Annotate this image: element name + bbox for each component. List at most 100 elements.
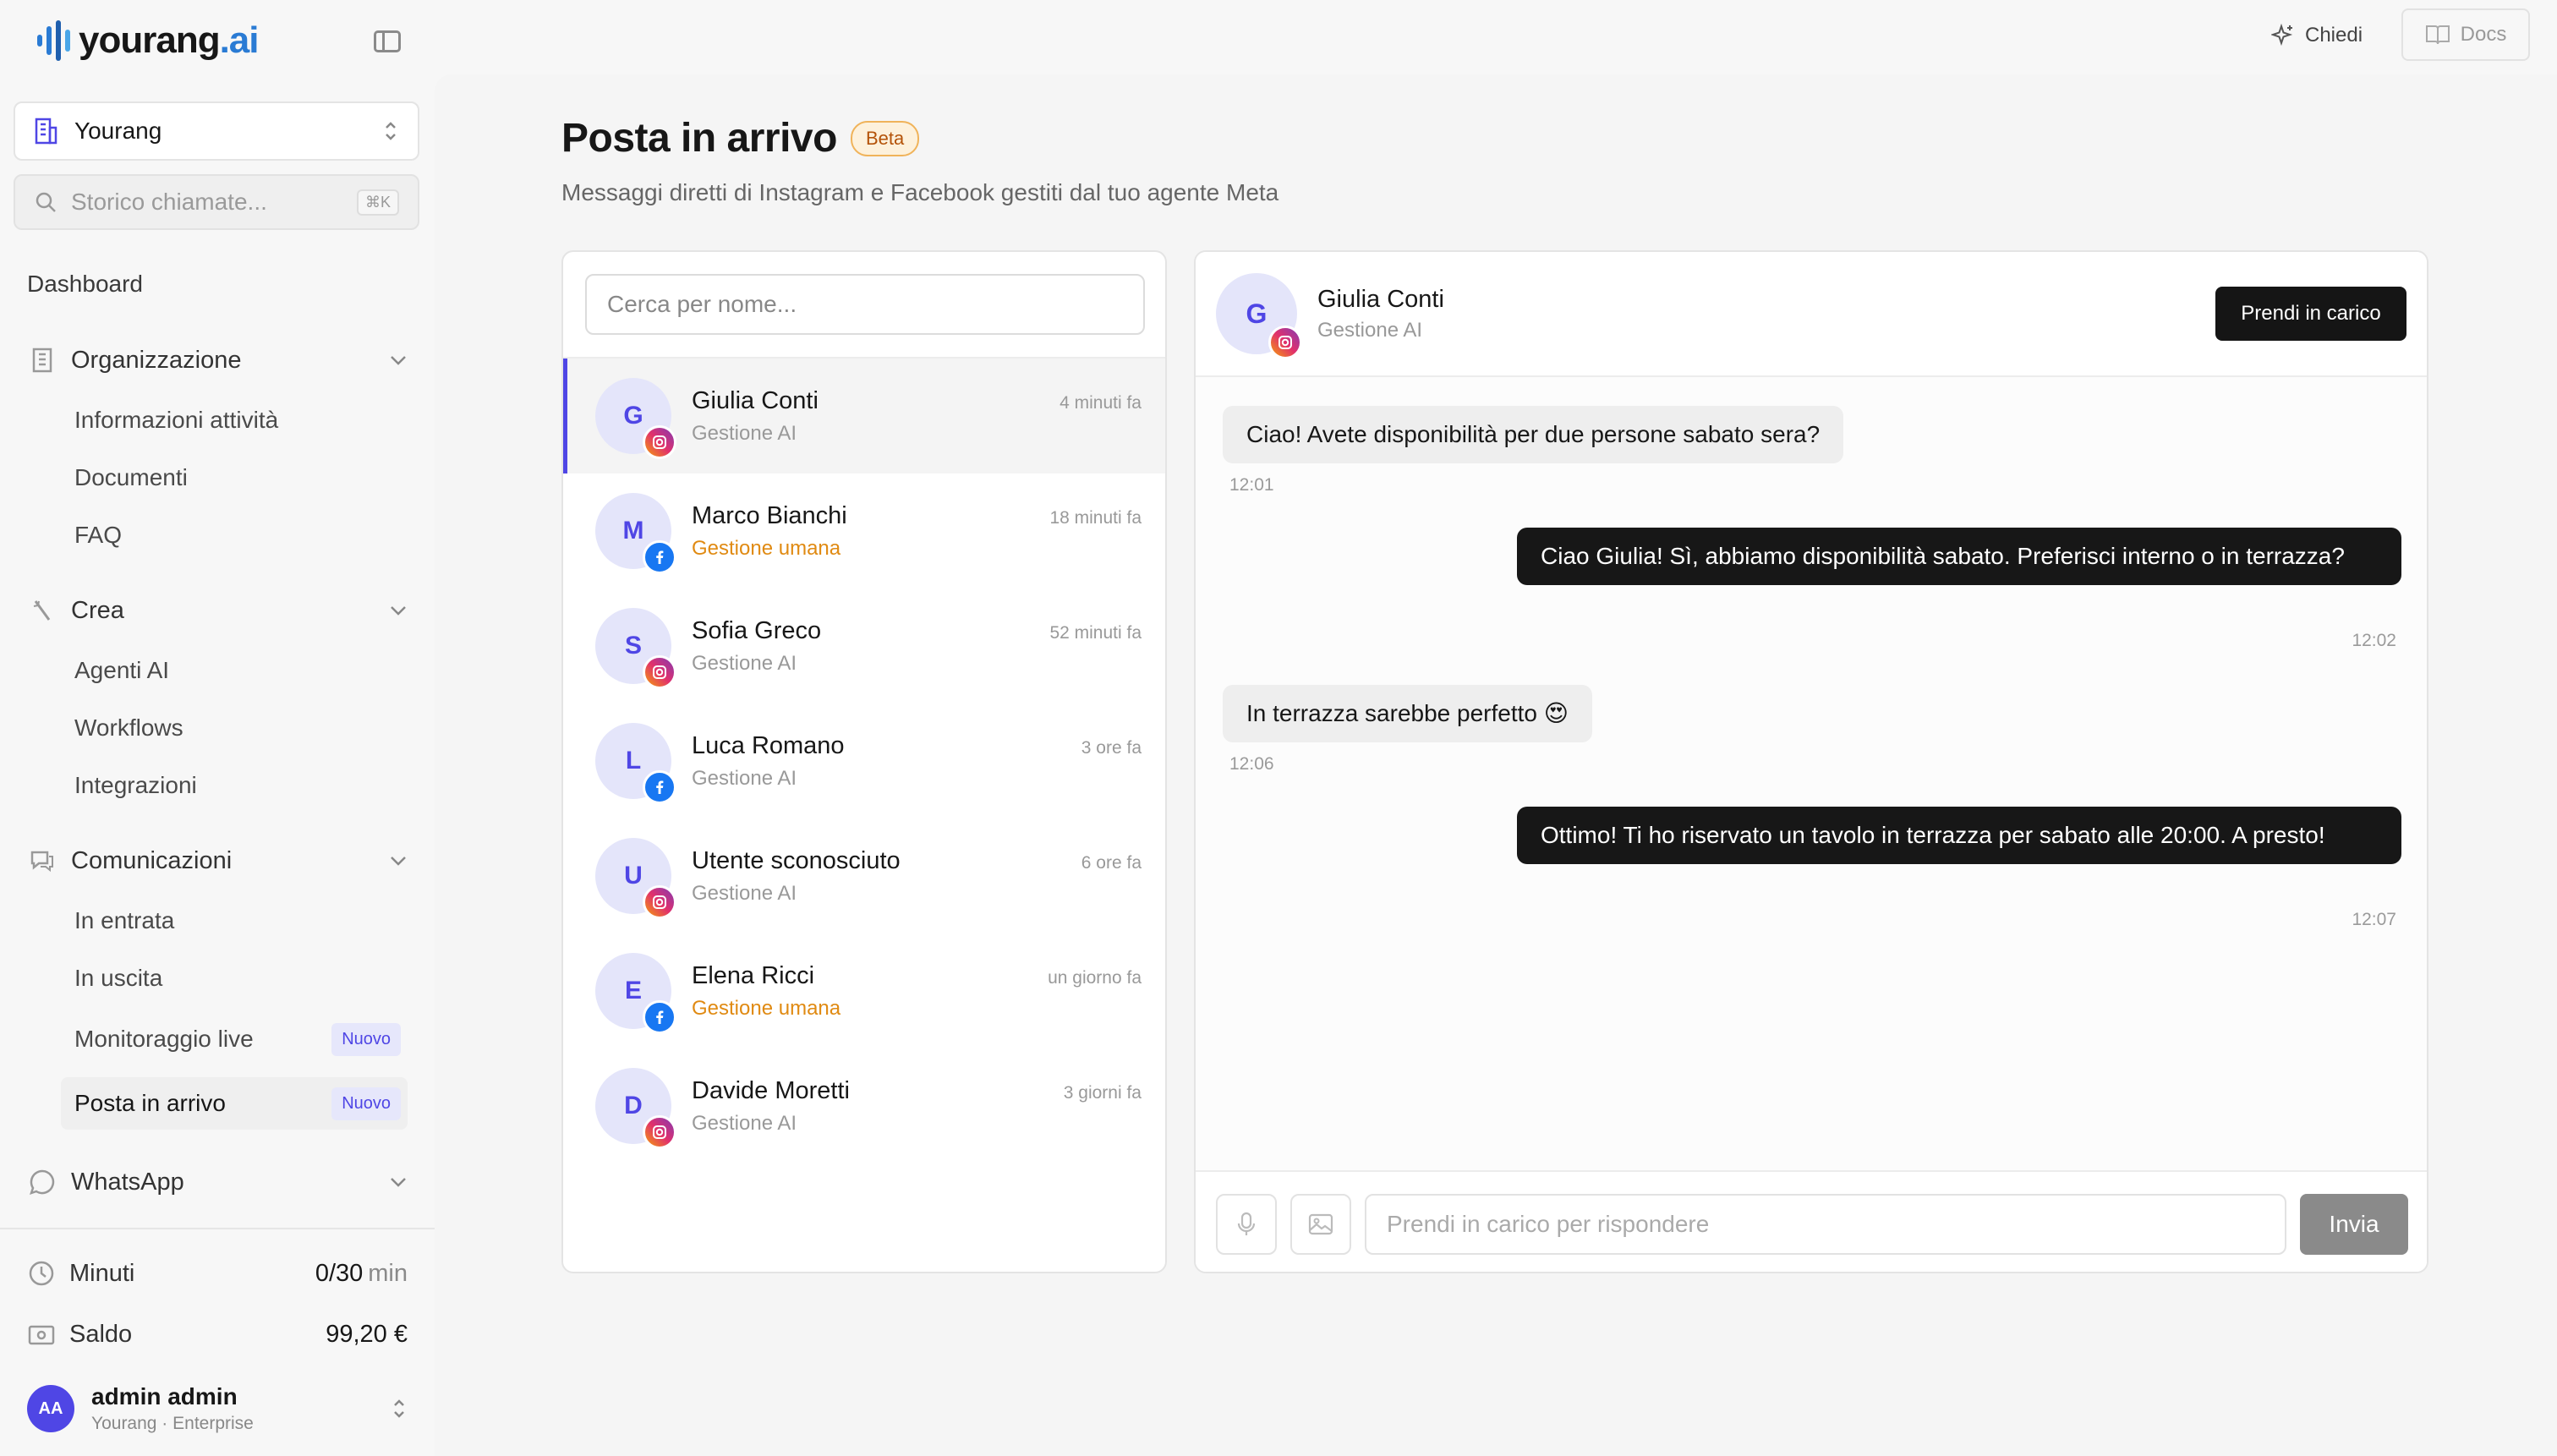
- sidebar-item-informazioni[interactable]: Informazioni attività: [61, 394, 408, 446]
- handling-status: Gestione umana: [692, 536, 841, 560]
- nav-section-crea[interactable]: Crea: [27, 587, 408, 634]
- conversation-item[interactable]: D Davide Moretti 3 giorni fa Gestione AI: [563, 1048, 1165, 1163]
- minutes-usage: Minuti 0/30 min: [27, 1250, 408, 1297]
- message-time: 12:07: [2352, 910, 2396, 929]
- microphone-icon: [1237, 1212, 1256, 1235]
- sidebar-item-documenti[interactable]: Documenti: [61, 452, 408, 504]
- sidebar-item-monitoraggio-live[interactable]: Monitoraggio live Nuovo: [61, 1013, 408, 1065]
- conversation-time: 4 minuti fa: [1059, 392, 1142, 413]
- contact-name: Giulia Conti: [692, 386, 819, 414]
- handling-status: Gestione AI: [692, 421, 797, 445]
- contact-name: Luca Romano: [692, 731, 845, 759]
- contact-avatar: M: [595, 493, 676, 574]
- nav-section-comunicazioni[interactable]: Comunicazioni: [27, 837, 408, 884]
- sidebar-item-in-entrata[interactable]: In entrata: [61, 895, 408, 947]
- image-button[interactable]: [1290, 1194, 1351, 1255]
- user-menu[interactable]: AA admin admin Yourang · Enterprise: [27, 1375, 408, 1442]
- sidebar-toggle-icon[interactable]: [374, 30, 401, 52]
- building-icon: [27, 345, 57, 375]
- sidebar-item-workflows[interactable]: Workflows: [61, 702, 408, 754]
- avatar: AA: [27, 1385, 74, 1432]
- sidebar-item-integrazioni[interactable]: Integrazioni: [61, 759, 408, 812]
- handling-status: Gestione AI: [692, 766, 797, 790]
- ask-button[interactable]: Chiedi: [2271, 17, 2363, 54]
- brand-logo[interactable]: yourang.ai: [37, 17, 259, 64]
- clock-icon: [29, 1261, 54, 1286]
- sidebar-item-agenti-ai[interactable]: Agenti AI: [61, 644, 408, 697]
- page-header: Posta in arrivo Beta: [561, 115, 920, 161]
- conversation-item[interactable]: L Luca Romano 3 ore fa Gestione AI: [563, 703, 1165, 818]
- take-over-button[interactable]: Prendi in carico: [2215, 287, 2406, 341]
- book-icon: [2425, 25, 2450, 45]
- sidebar-footer: Minuti 0/30 min Saldo 99,20 € AA admin a…: [0, 1228, 435, 1456]
- whatsapp-icon: [27, 1167, 57, 1197]
- conversation-time: 3 giorni fa: [1063, 1082, 1142, 1103]
- conversation-time: un giorno fa: [1048, 967, 1142, 988]
- chat-icon: [27, 846, 57, 876]
- microphone-button[interactable]: [1216, 1194, 1277, 1255]
- facebook-icon: [643, 770, 676, 804]
- chevron-down-icon: [391, 1178, 406, 1187]
- message-composer: Prendi in carico per rispondere Invia: [1196, 1170, 2427, 1272]
- instagram-icon: [643, 425, 676, 459]
- contact-avatar: G: [595, 378, 676, 459]
- beta-badge: Beta: [850, 120, 920, 156]
- wallet-icon: [28, 1325, 55, 1345]
- sidebar: yourang.ai Yourang Storico chiamate... ⌘…: [0, 0, 435, 1456]
- conversation-list-panel: Cerca per nome... G Giulia Conti 4 minuti …: [561, 250, 1167, 1273]
- page-subtitle: Messaggi diretti di Instagram e Facebook…: [561, 179, 1279, 205]
- docs-button[interactable]: Docs: [2401, 8, 2530, 61]
- chevron-updown-icon: [394, 1399, 404, 1418]
- nav-section-whatsapp[interactable]: WhatsApp: [27, 1158, 408, 1206]
- sidebar-item-posta-in-arrivo[interactable]: Posta in arrivo Nuovo: [61, 1077, 408, 1130]
- conversation-time: 18 minuti fa: [1049, 507, 1142, 528]
- instagram-icon: [643, 655, 676, 689]
- reply-input[interactable]: Prendi in carico per rispondere: [1365, 1194, 2286, 1255]
- contact-name: Giulia Conti: [1317, 285, 1444, 313]
- message-outgoing: Ciao Giulia! Sì, abbiamo disponibilità s…: [1517, 528, 2401, 585]
- message-incoming: In terrazza sarebbe perfetto 😍: [1223, 685, 1592, 742]
- chevron-down-icon: [391, 857, 406, 866]
- user-plan: Yourang · Enterprise: [91, 1414, 254, 1433]
- call-history-search[interactable]: Storico chiamate... ⌘K: [14, 174, 419, 230]
- contact-name: Marco Bianchi: [692, 501, 847, 529]
- contact-name: Utente sconosciuto: [692, 846, 901, 874]
- message-time: 12:01: [1229, 475, 1274, 495]
- conversation-item[interactable]: G Giulia Conti 4 minuti fa Gestione AI: [563, 359, 1165, 473]
- handling-status: Gestione AI: [692, 1111, 797, 1135]
- handling-status: Gestione AI: [692, 881, 797, 905]
- instagram-icon: [643, 885, 676, 919]
- message-time: 12:02: [2352, 631, 2396, 650]
- sparkle-icon: [2271, 24, 2293, 47]
- chevron-updown-icon: [386, 122, 396, 140]
- message-time: 12:06: [1229, 754, 1274, 774]
- contact-avatar: D: [595, 1068, 676, 1149]
- org-selector[interactable]: Yourang: [14, 101, 419, 161]
- building-icon: [35, 118, 57, 145]
- handling-status: Gestione umana: [692, 996, 841, 1020]
- conversation-item[interactable]: S Sofia Greco 52 minuti fa Gestione AI: [563, 588, 1165, 703]
- send-button[interactable]: Invia: [2300, 1194, 2408, 1255]
- sidebar-item-faq[interactable]: FAQ: [61, 509, 408, 561]
- conversation-item[interactable]: M Marco Bianchi 18 minuti fa Gestione umana: [563, 473, 1165, 588]
- conversation-time: 6 ore fa: [1081, 852, 1142, 873]
- facebook-icon: [643, 540, 676, 574]
- facebook-icon: [643, 1000, 676, 1034]
- conversation-item[interactable]: E Elena Ricci un giorno fa Gestione umana: [563, 933, 1165, 1048]
- conversation-item[interactable]: U Utente sconosciuto 6 ore fa Gestione AI: [563, 818, 1165, 933]
- contact-avatar: U: [595, 838, 676, 919]
- app-root: yourang.ai Yourang Storico chiamate... ⌘…: [0, 0, 2557, 1456]
- search-placeholder: Storico chiamate...: [71, 189, 267, 215]
- conversation-list: G Giulia Conti 4 minuti fa Gestione AI M Marc…: [563, 357, 1165, 1163]
- chat-header: G Giulia Conti Gestione AI Prendi in car…: [1196, 252, 2427, 377]
- sidebar-item-in-uscita[interactable]: In uscita: [61, 952, 408, 1004]
- nav-dashboard[interactable]: Dashboard: [27, 271, 143, 298]
- contact-status: Gestione AI: [1317, 318, 1423, 342]
- name-search-input[interactable]: Cerca per nome...: [585, 274, 1145, 335]
- handling-status: Gestione AI: [692, 651, 797, 675]
- instagram-icon: [1268, 326, 1302, 359]
- message-incoming: Ciao! Avete disponibilità per due person…: [1223, 406, 1844, 463]
- page-title: Posta in arrivo: [561, 116, 837, 161]
- new-badge: Nuovo: [331, 1087, 401, 1120]
- nav-section-organizzazione[interactable]: Organizzazione: [27, 337, 408, 384]
